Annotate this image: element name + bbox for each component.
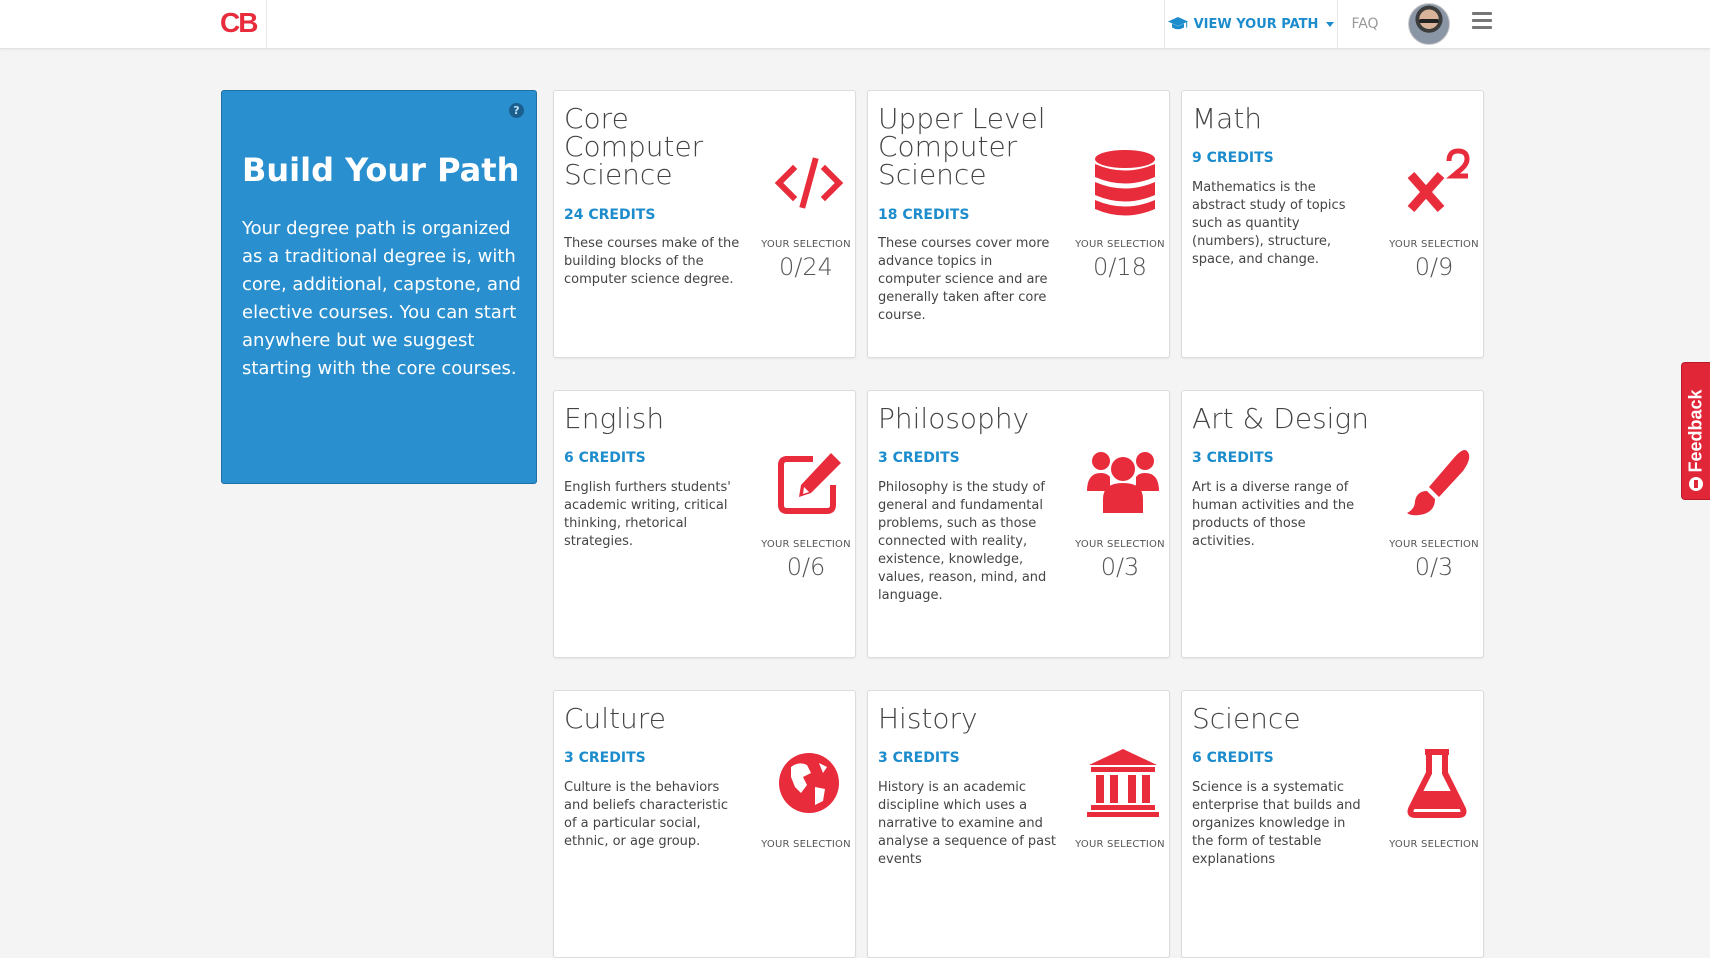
card-science[interactable]: Science 6 CREDITS Science is a systemati… [1181, 690, 1484, 958]
top-navbar: CB VIEW YOUR PATH FAQ [0, 0, 1710, 49]
database-icon [1087, 147, 1159, 219]
selection-value: 0/9 [1414, 253, 1454, 281]
selection-value: 0/3 [1414, 553, 1454, 581]
card-title: Philosophy [878, 402, 1030, 435]
card-history[interactable]: History 3 CREDITS History is an academic… [867, 690, 1170, 958]
card-credits: 18 CREDITS [878, 207, 970, 223]
faq-link[interactable]: FAQ [1336, 0, 1394, 48]
card-description: These courses cover more advance topics … [878, 236, 1050, 323]
edit-icon [773, 447, 845, 519]
paintbrush-icon [1401, 447, 1473, 519]
selection-label: YOUR SELECTION [1075, 839, 1165, 850]
selection-label: YOUR SELECTION [761, 539, 851, 550]
selection-label: YOUR SELECTION [1389, 839, 1479, 850]
selection-label: YOUR SELECTION [1075, 239, 1165, 250]
user-avatar[interactable] [1408, 3, 1450, 45]
card-core-computer-science[interactable]: Core Computer Science 24 CREDITS These c… [553, 90, 856, 358]
view-your-path-label: VIEW YOUR PATH [1193, 16, 1319, 32]
selection-label: YOUR SELECTION [761, 839, 851, 850]
card-title: Core Computer Science [564, 102, 704, 191]
card-title: Math [1192, 102, 1263, 135]
card-credits: 24 CREDITS [564, 207, 656, 223]
card-math[interactable]: Math 9 CREDITS Mathematics is the abstra… [1181, 90, 1484, 358]
code-icon [773, 147, 845, 219]
card-description: These courses make of the building block… [564, 236, 740, 287]
superscript-icon [1401, 147, 1473, 219]
selection-label: YOUR SELECTION [761, 239, 851, 250]
card-credits: 6 CREDITS [564, 450, 646, 466]
feedback-label: Feedback [1685, 389, 1706, 473]
logo[interactable]: CB [220, 0, 267, 48]
card-credits: 3 CREDITS [564, 750, 646, 766]
card-title: Culture [564, 702, 666, 735]
feedback-icon [1689, 477, 1703, 491]
feedback-tab[interactable]: Feedback [1681, 362, 1710, 500]
card-upper-level-computer-science[interactable]: Upper Level Computer Science 18 CREDITS … [867, 90, 1170, 358]
graduation-cap-icon [1167, 17, 1188, 30]
selection-label: YOUR SELECTION [1389, 239, 1479, 250]
institution-icon [1087, 747, 1159, 819]
card-title: Upper Level Computer Science [878, 102, 1046, 191]
card-title: Science [1192, 702, 1301, 735]
help-icon[interactable]: ? [509, 103, 524, 118]
intro-title: Build Your Path [242, 151, 520, 189]
globe-icon [773, 747, 845, 819]
card-credits: 3 CREDITS [1192, 450, 1274, 466]
card-description: Art is a diverse range of human activiti… [1192, 480, 1355, 549]
card-description: Science is a systematic enterprise that … [1192, 780, 1361, 867]
card-description: English furthers students' academic writ… [564, 480, 731, 549]
users-icon [1087, 447, 1159, 519]
card-title: Art & Design [1192, 402, 1369, 435]
card-philosophy[interactable]: Philosophy 3 CREDITS Philosophy is the s… [867, 390, 1170, 658]
card-art-and-design[interactable]: Art & Design 3 CREDITS Art is a diverse … [1181, 390, 1484, 658]
selection-label: YOUR SELECTION [1075, 539, 1165, 550]
selection-value: 0/24 [779, 253, 833, 281]
hamburger-menu-icon[interactable] [1472, 12, 1492, 30]
card-culture[interactable]: Culture 3 CREDITS Culture is the behavio… [553, 690, 856, 958]
card-title: English [564, 402, 665, 435]
selection-value: 0/18 [1093, 253, 1147, 281]
intro-text: Your degree path is organized as a tradi… [242, 218, 521, 379]
card-english[interactable]: English 6 CREDITS English furthers stude… [553, 390, 856, 658]
flask-icon [1401, 747, 1473, 819]
card-description: History is an academic discipline which … [878, 780, 1057, 867]
card-credits: 6 CREDITS [1192, 750, 1274, 766]
view-your-path-dropdown[interactable]: VIEW YOUR PATH [1164, 0, 1338, 48]
card-credits: 3 CREDITS [878, 450, 960, 466]
selection-value: 0/3 [1100, 553, 1140, 581]
build-your-path-panel: ? Build Your Path Your degree path is or… [221, 90, 537, 484]
card-credits: 3 CREDITS [878, 750, 960, 766]
card-credits: 9 CREDITS [1192, 150, 1274, 166]
selection-label: YOUR SELECTION [1389, 539, 1479, 550]
card-description: Mathematics is the abstract study of top… [1192, 180, 1346, 267]
caret-down-icon [1326, 21, 1335, 27]
card-description: Culture is the behaviors and beliefs cha… [564, 780, 729, 849]
card-description: Philosophy is the study of general and f… [878, 480, 1047, 603]
selection-value: 0/6 [786, 553, 826, 581]
card-title: History [878, 702, 978, 735]
